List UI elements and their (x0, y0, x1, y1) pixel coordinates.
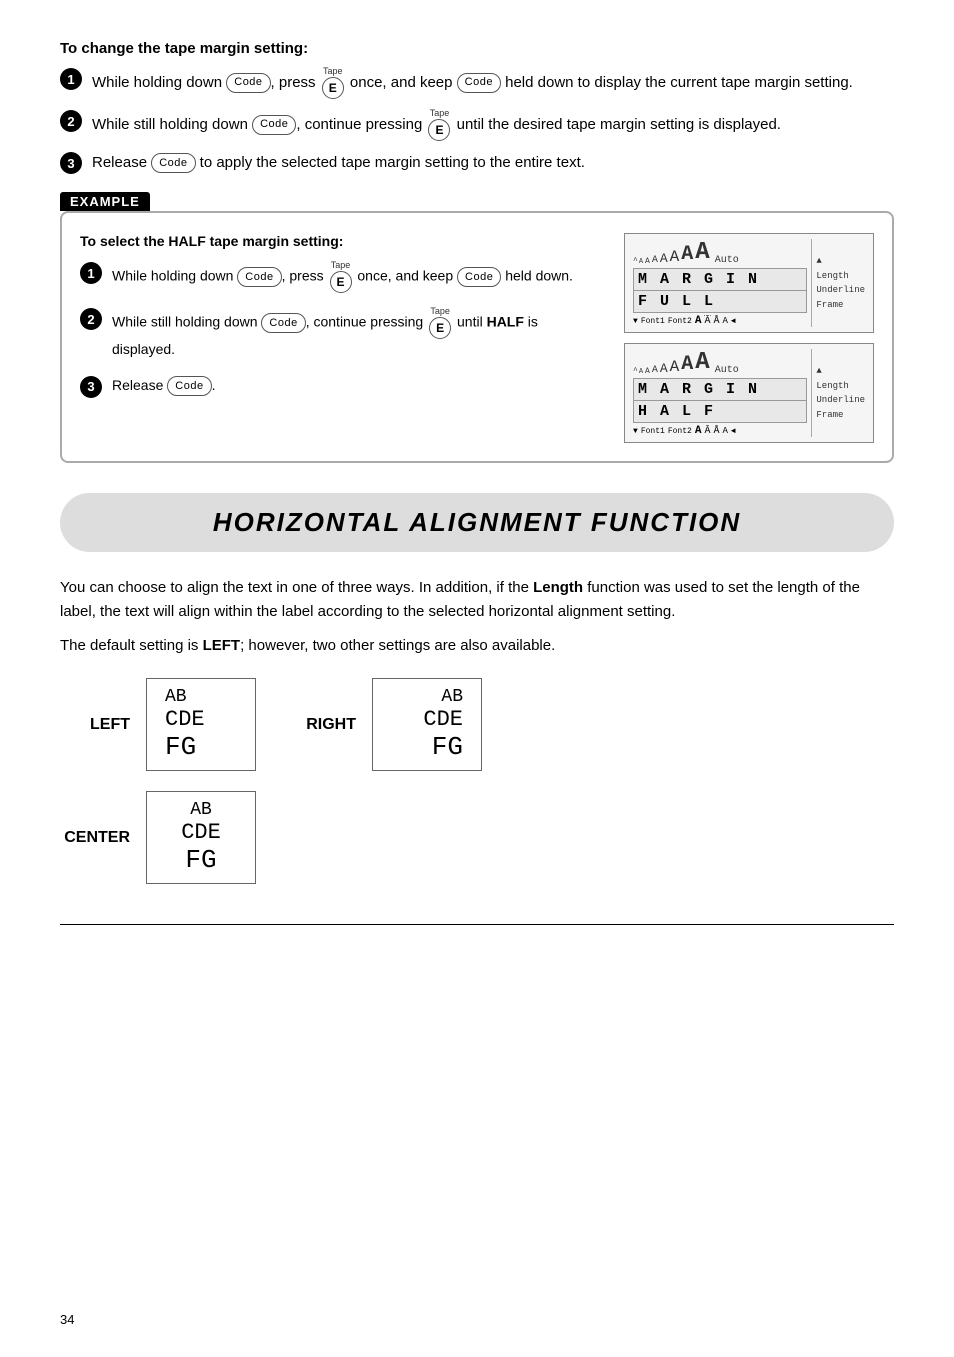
step-3-text: Release Code to apply the selected tape … (92, 151, 894, 174)
lcd-2-container: ^ A A A A A A A Auto (624, 343, 874, 443)
align-examples-2: CENTER AB CDE FG (60, 791, 894, 884)
align-item-left: LEFT AB CDE FG (60, 678, 256, 771)
ex-step-2-num: 2 (80, 308, 102, 330)
code-key-2a: Code (252, 115, 296, 135)
lcd-1-top: ^ A A A A A A A Auto (633, 239, 807, 266)
align-box-left: AB CDE FG (146, 678, 256, 771)
step-1: 1 While holding down Code, press Tape E … (60, 67, 894, 99)
align-examples: LEFT AB CDE FG RIGHT AB CDE FG (60, 678, 894, 771)
e-key-1: Tape E (322, 67, 344, 99)
align-label-left: LEFT (60, 716, 130, 734)
align-box-right: AB CDE FG (372, 678, 482, 771)
example-subtitle: To select the HALF tape margin setting: (80, 233, 604, 249)
align-item-right: RIGHT AB CDE FG (286, 678, 482, 771)
step-1-text: While holding down Code, press Tape E on… (92, 67, 894, 99)
ex-code-key-3: Code (167, 376, 211, 396)
step-2-num: 2 (60, 110, 82, 132)
lcd-2-row2: H A L F (633, 400, 807, 423)
step-1-num: 1 (60, 68, 82, 90)
lcd-1-sidebar: ▲ Length Underline Frame (811, 239, 865, 327)
example-section: EXAMPLE To select the HALF tape margin s… (60, 192, 894, 463)
step-2-text: While still holding down Code, continue … (92, 109, 894, 141)
halign-desc1: You can choose to align the text in one … (60, 576, 894, 624)
example-label: EXAMPLE (60, 192, 150, 211)
left-line2: CDE (165, 707, 237, 732)
section-title: To change the tape margin setting: (60, 40, 894, 57)
lcd-1-row2: F U L L (633, 290, 807, 313)
code-key-3: Code (151, 153, 195, 173)
lcd-1-container: ^ A A A A A A A Auto (624, 233, 874, 333)
right-line1: AB (391, 687, 463, 707)
halign-title-box: HORIZONTAL ALIGNMENT FUNCTION (60, 493, 894, 552)
center-line2: CDE (165, 820, 237, 845)
lcd-1-main: ^ A A A A A A A Auto (633, 239, 807, 327)
ex-step-2-text: While still holding down Code, continue … (112, 307, 604, 361)
tape-margin-section: To change the tape margin setting: 1 Whi… (60, 40, 894, 174)
ex-code-key-2a: Code (261, 313, 305, 333)
lcd-1-row1: M A R G I N (633, 268, 807, 290)
tape-margin-steps: 1 While holding down Code, press Tape E … (60, 67, 894, 174)
ex-code-key-1a: Code (237, 267, 281, 287)
lcd-1-caret: ^ (633, 257, 638, 266)
lcd-2-top: ^ A A A A A A A Auto (633, 349, 807, 376)
lcd-display-2: ^ A A A A A A A Auto (624, 343, 874, 443)
example-box: To select the HALF tape margin setting: … (60, 211, 894, 463)
code-key-1a: Code (226, 73, 270, 93)
step-2: 2 While still holding down Code, continu… (60, 109, 894, 141)
example-left: To select the HALF tape margin setting: … (80, 233, 604, 443)
halign-desc2: The default setting is LEFT; however, tw… (60, 634, 894, 658)
center-line3: FG (165, 845, 237, 875)
lcd-1-bottom: ▼ Font1 Font2 A Ā Å A ◄ (633, 315, 807, 327)
ex-step-1-text: While holding down Code, press Tape E on… (112, 261, 604, 293)
lcd-2-caret: ^ (633, 367, 638, 376)
lcd-2-row1: M A R G I N (633, 378, 807, 400)
halign-title: HORIZONTAL ALIGNMENT FUNCTION (213, 507, 741, 537)
step-3-num: 3 (60, 152, 82, 174)
halign-section: HORIZONTAL ALIGNMENT FUNCTION You can ch… (60, 493, 894, 884)
lcd-2-main: ^ A A A A A A A Auto (633, 349, 807, 437)
lcd-2-a-sizes: A A A A A A A (639, 349, 710, 376)
ex-step-1-num: 1 (80, 262, 102, 284)
center-line1: AB (165, 800, 237, 820)
right-line3: FG (391, 732, 463, 762)
align-label-right: RIGHT (286, 716, 356, 734)
code-key-1b: Code (457, 73, 501, 93)
lcd-2-auto: Auto (715, 365, 739, 376)
ex-e-key-1: Tape E (330, 261, 352, 293)
page-footer: 34 (60, 1312, 74, 1327)
ex-step-3: 3 Release Code. (80, 375, 604, 398)
e-key-2: Tape E (428, 109, 450, 141)
right-line2: CDE (391, 707, 463, 732)
align-label-center: CENTER (60, 829, 130, 847)
ex-step-2: 2 While still holding down Code, continu… (80, 307, 604, 361)
ex-step-3-text: Release Code. (112, 375, 604, 397)
ex-code-key-1b: Code (457, 267, 501, 287)
step-3: 3 Release Code to apply the selected tap… (60, 151, 894, 174)
lcd-1-auto: Auto (715, 255, 739, 266)
lcd-display-1: ^ A A A A A A A Auto (624, 233, 874, 333)
left-line1: AB (165, 687, 237, 707)
example-displays: ^ A A A A A A A Auto (624, 233, 874, 443)
ex-step-1: 1 While holding down Code, press Tape E … (80, 261, 604, 293)
align-item-center: CENTER AB CDE FG (60, 791, 256, 884)
left-line3: FG (165, 732, 237, 762)
lcd-2-sidebar: ▲ Length Underline Frame (811, 349, 865, 437)
page-number: 34 (60, 1312, 74, 1327)
lcd-1-a-sizes: A A A A A A A (639, 239, 710, 266)
ex-step-3-num: 3 (80, 376, 102, 398)
align-box-center: AB CDE FG (146, 791, 256, 884)
footer-line (60, 924, 894, 925)
ex-e-key-2: Tape E (429, 307, 451, 339)
lcd-2-bottom: ▼ Font1 Font2 A Ā Å A ◄ (633, 425, 807, 437)
